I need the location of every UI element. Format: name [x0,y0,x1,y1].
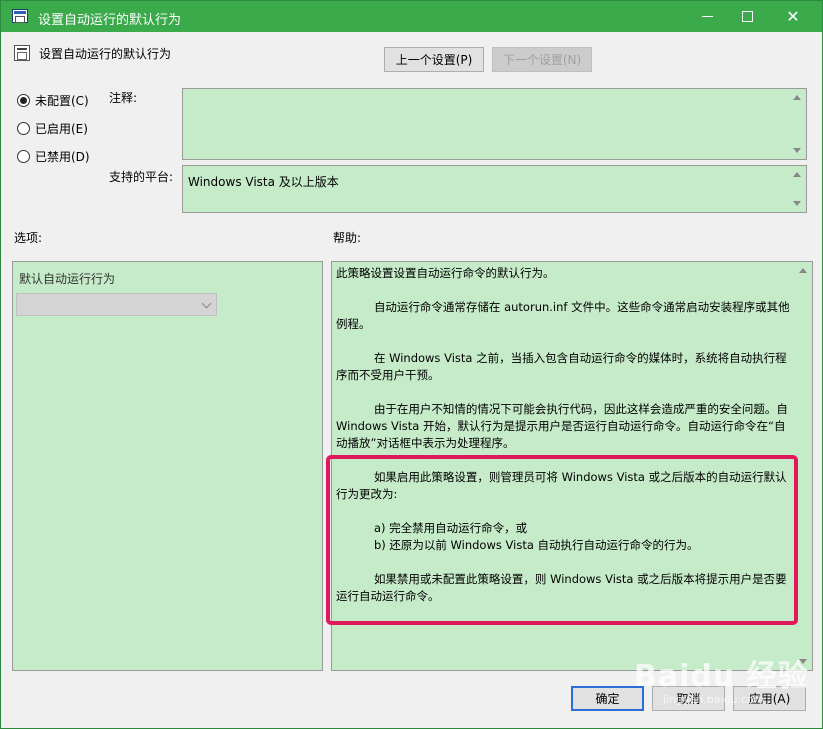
scroll-down-icon[interactable] [793,201,801,206]
options-panel: 默认自动运行行为 [12,261,323,671]
radio-button-checked[interactable] [17,94,30,107]
options-header: 选项: [14,231,43,245]
help-paragraph: 此策略设置设置自动运行命令的默认行为。 [336,266,555,280]
minimize-icon [701,16,713,17]
comment-textarea[interactable] [182,88,807,160]
comment-scrollbar[interactable] [789,89,806,159]
default-autorun-label: 默认自动运行行为 [19,272,116,286]
help-header: 帮助: [333,231,362,245]
platform-value: Windows Vista 及以上版本 [188,175,339,189]
help-paragraph: 在 Windows Vista 之前，当插入包含自动运行命令的媒体时，系统将自动… [336,351,787,382]
policy-setting-icon [14,45,30,61]
radio-disabled[interactable]: 已禁用(D) [17,148,90,165]
platform-scrollbar[interactable] [789,166,806,212]
next-setting-button[interactable]: 下一个设置(N) [492,47,592,72]
highlight-annotation [326,455,798,625]
title-bar[interactable]: 设置自动运行的默认行为 ✕ [1,1,822,32]
scroll-up-icon[interactable] [793,172,801,177]
help-paragraph: 由于在用户不知情的情况下可能会执行代码，因此这样会造成严重的安全问题。自 Win… [336,402,788,450]
scroll-up-icon[interactable] [799,268,807,273]
scroll-down-icon[interactable] [793,148,801,153]
window-title: 设置自动运行的默认行为 [38,13,182,28]
chevron-down-icon [201,298,212,309]
baidu-watermark-logo: Baidu 经验 [634,659,809,694]
radio-label: 已禁用(D) [35,150,90,164]
close-icon: ✕ [786,6,800,26]
platform-field: Windows Vista 及以上版本 [182,165,807,213]
help-paragraph: 自动运行命令通常存储在 autorun.inf 文件中。这些命令通常启动安装程序… [336,300,790,331]
radio-button[interactable] [17,150,30,163]
platform-label: 支持的平台: [109,170,174,184]
radio-enabled[interactable]: 已启用(E) [17,120,88,137]
scroll-up-icon[interactable] [793,95,801,100]
radio-label: 未配置(C) [35,94,89,108]
previous-setting-button[interactable]: 上一个设置(P) [384,47,484,72]
policy-app-icon [12,9,28,23]
radio-label: 已启用(E) [35,122,88,136]
maximize-icon [741,11,753,22]
baidu-watermark-url: jingyan.baidu.com [663,693,765,706]
maximize-button[interactable] [724,1,770,32]
comment-label: 注释: [109,91,138,105]
radio-not-configured[interactable]: 未配置(C) [17,92,89,109]
default-autorun-select[interactable] [16,293,217,316]
policy-dialog-window: 设置自动运行的默认行为 ✕ 设置自动运行的默认行为 上一个设置(P) 下一个设置… [0,0,823,729]
radio-button[interactable] [17,122,30,135]
close-button[interactable]: ✕ [770,1,816,32]
setting-header-title: 设置自动运行的默认行为 [39,47,172,61]
